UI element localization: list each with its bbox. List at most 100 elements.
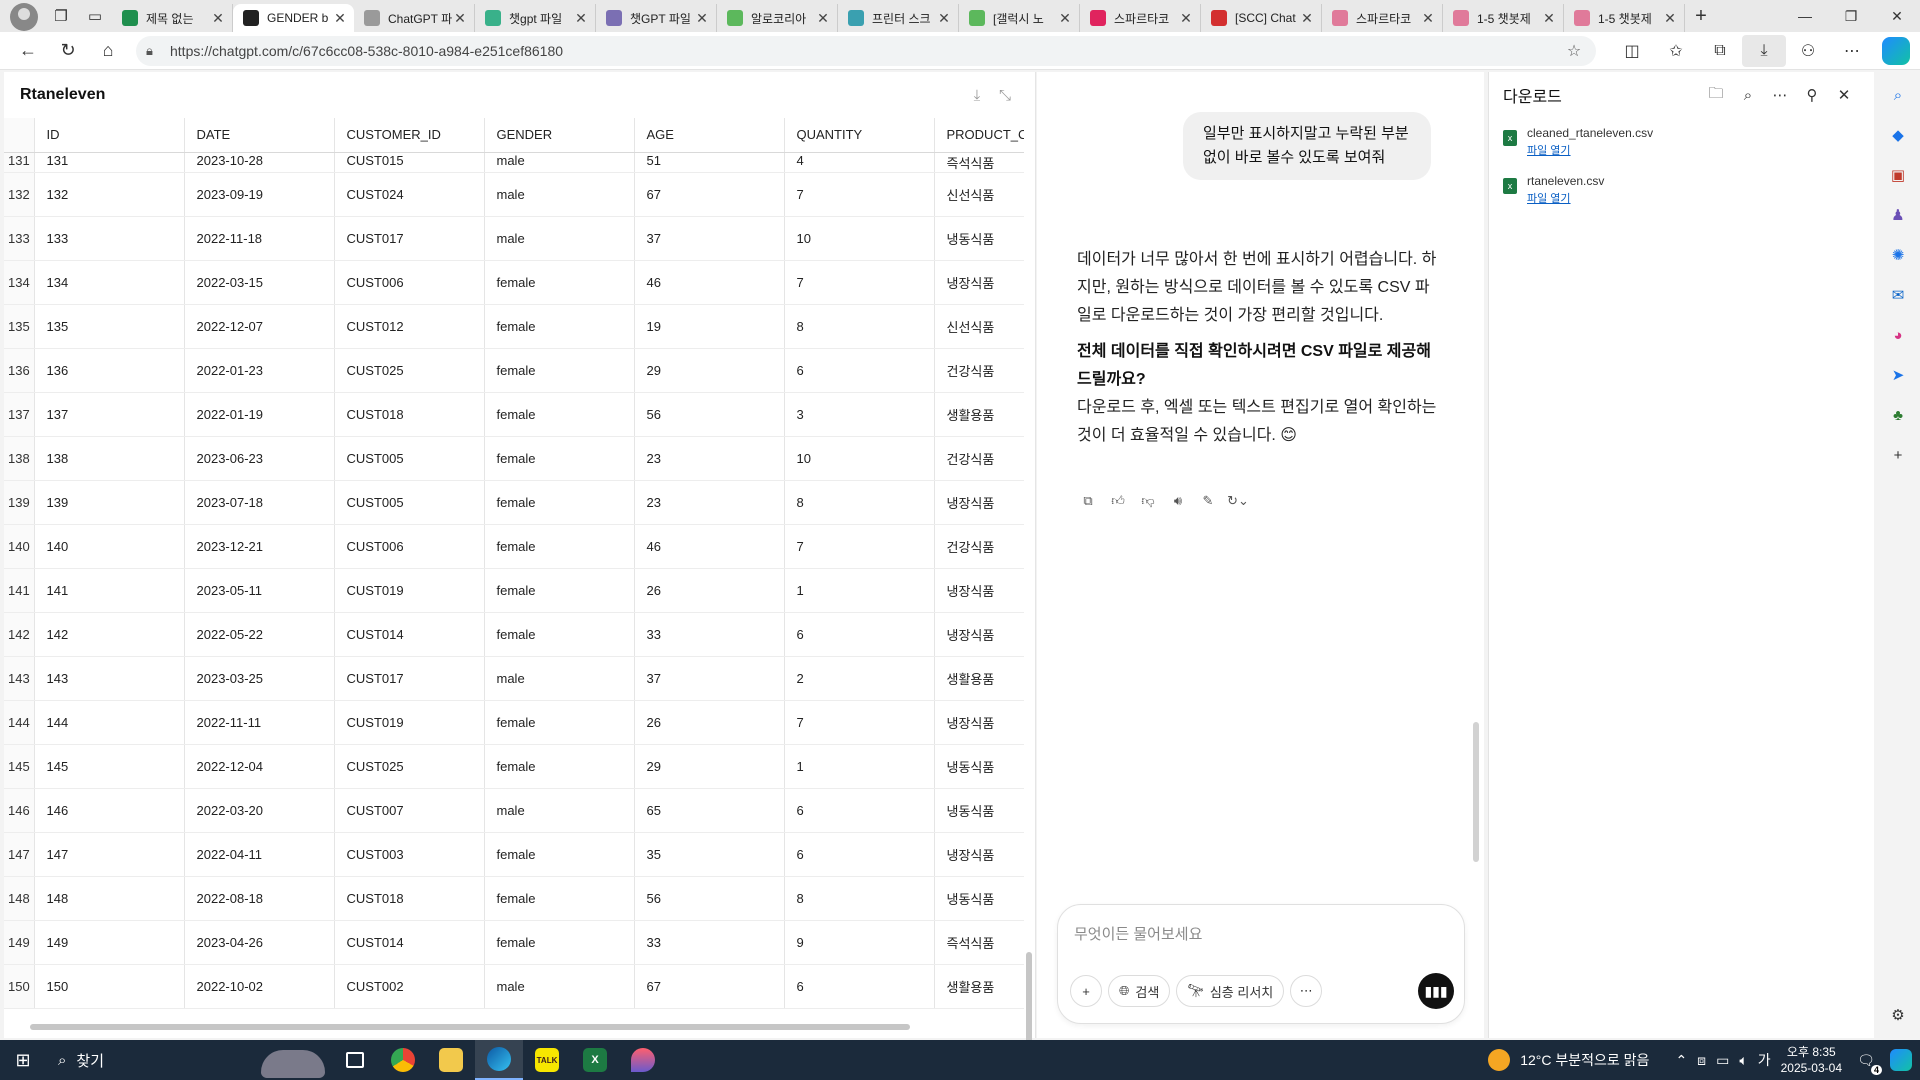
thumbs-up-icon[interactable]: 👍︎ xyxy=(1107,490,1129,512)
table-cell[interactable]: 37 xyxy=(634,216,785,261)
table-cell[interactable]: 7 xyxy=(784,700,935,745)
tab-close-icon[interactable]: ✕ xyxy=(452,10,468,27)
kakaotalk-icon[interactable]: TALK xyxy=(523,1040,571,1080)
table-cell[interactable]: 2023-07-18 xyxy=(184,480,335,525)
table-cell[interactable]: CUST017 xyxy=(334,216,485,261)
paint-drop-icon[interactable] xyxy=(619,1040,667,1080)
table-cell[interactable]: CUST005 xyxy=(334,480,485,525)
table-cell[interactable]: 7 xyxy=(784,260,935,305)
browser-tab[interactable]: 1-5 챗봇제 ✕ xyxy=(1564,4,1685,32)
table-cell[interactable]: 146 xyxy=(34,788,185,833)
table-row[interactable]: 142 142 2022-05-22 CUST014 female 33 6 냉장식품 xyxy=(4,612,1024,657)
table-cell[interactable]: CUST014 xyxy=(334,920,485,965)
search-button[interactable]: 🌐︎ 검색 xyxy=(1108,975,1171,1007)
table-row[interactable]: 140 140 2023-12-21 CUST006 female 46 7 건강식품 xyxy=(4,524,1024,569)
table-cell[interactable]: 144 xyxy=(34,700,185,745)
table-cell[interactable]: female xyxy=(484,876,635,921)
table-cell[interactable]: 냉장식품 xyxy=(934,832,1024,877)
table-cell[interactable]: 51 xyxy=(634,152,785,173)
table-row[interactable]: 141 141 2023-05-11 CUST019 female 26 1 냉장식품 xyxy=(4,568,1024,613)
thumbs-down-icon[interactable]: 👎︎ xyxy=(1137,490,1159,512)
table-cell[interactable]: 7 xyxy=(784,172,935,217)
meet-now-icon[interactable]: ⧈ xyxy=(1697,1052,1706,1069)
shopping-tag-icon[interactable]: ◆ xyxy=(1886,122,1910,148)
column-header[interactable]: ID xyxy=(34,118,185,153)
table-cell[interactable]: 냉장식품 xyxy=(934,260,1024,305)
table-cell[interactable]: 신선식품 xyxy=(934,172,1024,217)
table-cell[interactable]: 건강식품 xyxy=(934,436,1024,481)
table-cell[interactable]: 2022-05-22 xyxy=(184,612,335,657)
workspaces-icon[interactable]: ❐ xyxy=(44,2,78,30)
browser-tab[interactable]: 챗GPT 파일 ✕ xyxy=(596,4,717,32)
table-cell[interactable]: CUST015 xyxy=(334,152,485,173)
table-cell[interactable]: CUST019 xyxy=(334,700,485,745)
table-cell[interactable]: female xyxy=(484,436,635,481)
table-cell[interactable]: 56 xyxy=(634,876,785,921)
table-cell[interactable]: 2022-04-11 xyxy=(184,832,335,877)
browser-tab[interactable]: [SCC] Chat ✕ xyxy=(1201,4,1322,32)
open-file-link[interactable]: 파일 열기 xyxy=(1527,190,1604,206)
horizontal-scroll-thumb[interactable] xyxy=(30,1024,910,1030)
chrome-icon[interactable] xyxy=(379,1040,427,1080)
table-cell[interactable]: 3 xyxy=(784,392,935,437)
table-cell[interactable]: 8 xyxy=(784,304,935,349)
table-cell[interactable]: female xyxy=(484,524,635,569)
table-cell[interactable]: 건강식품 xyxy=(934,348,1024,393)
search-icon[interactable]: ⌕ xyxy=(1886,82,1910,108)
refresh-icon[interactable]: ↻ xyxy=(48,35,88,67)
table-cell[interactable]: 2023-06-23 xyxy=(184,436,335,481)
browser-tab[interactable]: ChatGPT 파 ✕ xyxy=(354,4,475,32)
tab-close-icon[interactable]: ✕ xyxy=(210,10,226,27)
table-cell[interactable]: 2022-11-18 xyxy=(184,216,335,261)
table-cell[interactable]: female xyxy=(484,832,635,877)
table-cell[interactable]: 67 xyxy=(634,172,785,217)
attach-button[interactable]: + xyxy=(1070,975,1102,1007)
horizontal-scrollbar[interactable] xyxy=(24,1024,1014,1032)
table-row[interactable]: 132 132 2023-09-19 CUST024 male 67 7 신선식품 xyxy=(4,172,1024,217)
table-cell[interactable]: 냉동식품 xyxy=(934,788,1024,833)
table-cell[interactable]: CUST007 xyxy=(334,788,485,833)
table-row[interactable]: 138 138 2023-06-23 CUST005 female 23 10 건강식품 xyxy=(4,436,1024,481)
more-options-icon[interactable]: ⋯ xyxy=(1764,86,1796,104)
table-cell[interactable]: 65 xyxy=(634,788,785,833)
tools-icon[interactable]: ▣ xyxy=(1886,162,1910,188)
table-cell[interactable]: 2023-09-19 xyxy=(184,172,335,217)
table-cell[interactable]: 46 xyxy=(634,260,785,305)
column-header[interactable]: PRODUCT_C xyxy=(934,118,1024,153)
more-menu-icon[interactable]: ⋯ xyxy=(1830,35,1874,67)
deep-research-button[interactable]: 🔭︎ 심층 리서치 xyxy=(1176,975,1285,1007)
table-cell[interactable]: 35 xyxy=(634,832,785,877)
edit-icon[interactable]: ✎ xyxy=(1197,490,1219,512)
clock[interactable]: 오후 8:35 2025-03-04 xyxy=(1781,1044,1842,1076)
copilot-tray-icon[interactable] xyxy=(1890,1049,1912,1071)
column-header[interactable]: QUANTITY xyxy=(784,118,935,153)
table-row[interactable]: 143 143 2023-03-25 CUST017 male 37 2 생활용품 xyxy=(4,656,1024,701)
restore-icon[interactable]: ❐ xyxy=(1828,0,1874,32)
table-cell[interactable]: 냉장식품 xyxy=(934,480,1024,525)
voice-mode-button[interactable]: ▮▮▮ xyxy=(1418,973,1454,1009)
table-cell[interactable]: 8 xyxy=(784,480,935,525)
table-cell[interactable]: 135 xyxy=(34,304,185,349)
table-cell[interactable]: 2022-01-19 xyxy=(184,392,335,437)
table-cell[interactable]: 23 xyxy=(634,480,785,525)
table-cell[interactable]: 2022-12-04 xyxy=(184,744,335,789)
table-cell[interactable]: 2022-01-23 xyxy=(184,348,335,393)
open-file-link[interactable]: 파일 열기 xyxy=(1527,142,1653,158)
table-cell[interactable]: 7 xyxy=(784,524,935,569)
table-cell[interactable]: 140 xyxy=(34,524,185,569)
table-cell[interactable]: 67 xyxy=(634,964,785,1009)
minimize-icon[interactable]: — xyxy=(1782,0,1828,32)
table-cell[interactable]: CUST014 xyxy=(334,612,485,657)
table-cell[interactable]: 건강식품 xyxy=(934,524,1024,569)
table-cell[interactable]: 137 xyxy=(34,392,185,437)
browser-tab[interactable]: 프린터 스크 ✕ xyxy=(838,4,959,32)
collapse-icon[interactable]: ⤡ xyxy=(991,87,1019,104)
table-cell[interactable]: male xyxy=(484,172,635,217)
column-header[interactable]: GENDER xyxy=(484,118,635,153)
close-icon[interactable]: ✕ xyxy=(1828,86,1860,104)
chevron-up-icon[interactable]: ⌃ xyxy=(1675,1052,1687,1069)
table-cell[interactable]: female xyxy=(484,392,635,437)
browser-tab[interactable]: 제목 없는 ✕ xyxy=(112,4,233,32)
table-cell[interactable]: 2022-03-15 xyxy=(184,260,335,305)
table-row[interactable]: 134 134 2022-03-15 CUST006 female 46 7 냉장식품 xyxy=(4,260,1024,305)
